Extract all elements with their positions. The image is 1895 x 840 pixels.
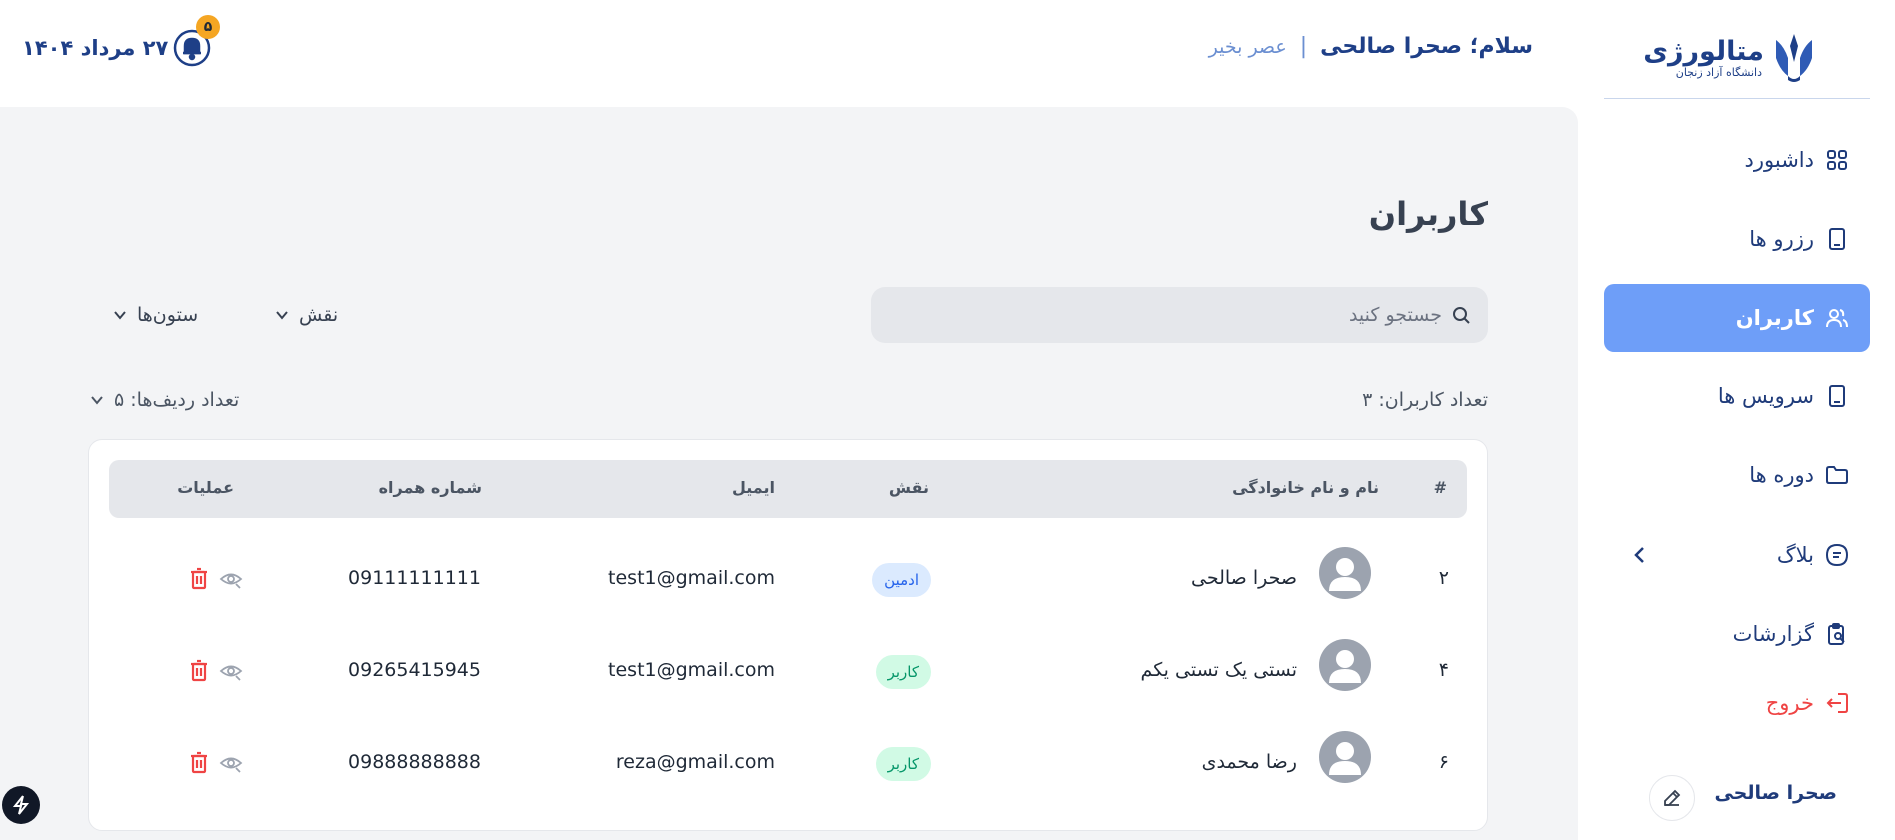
columns-label: ستون‌ها <box>137 304 199 326</box>
tablet-icon <box>1826 385 1848 407</box>
user-name: رضا محمدی <box>1201 751 1297 773</box>
grid-icon <box>1826 149 1848 171</box>
greeting-separator: | <box>1299 34 1308 59</box>
avatar <box>1319 639 1371 691</box>
view-icon[interactable] <box>219 567 243 591</box>
notification-count-badge: ۵ <box>196 15 220 39</box>
greeting: سلام؛ صحرا صالحی | عصر بخیر <box>1209 34 1533 59</box>
column-header-index: # <box>1433 478 1447 497</box>
search-input[interactable] <box>882 304 1442 326</box>
user-count: تعداد کاربران: ۳ <box>1362 389 1488 411</box>
user-avatar-icon <box>1329 742 1361 775</box>
sidebar: متالورژی دانشگاه آزاد زنجان داشبورد رزرو… <box>1604 0 1895 840</box>
tablet-icon <box>1826 228 1848 250</box>
row-index: ۲ <box>1438 567 1449 589</box>
user-avatar-icon <box>1329 558 1361 591</box>
logo[interactable]: متالورژی دانشگاه آزاد زنجان <box>1604 0 1870 99</box>
chevron-down-icon <box>114 311 126 320</box>
logout-icon <box>1826 692 1848 714</box>
delete-icon[interactable] <box>187 751 211 775</box>
search-bar[interactable] <box>871 287 1488 343</box>
sidebar-item-reservations[interactable]: رزرو ها <box>1604 205 1870 273</box>
role-filter-label: نقش <box>299 304 339 326</box>
main-content: کاربران نقش ستون‌ها تعداد کاربران: ۳ تعد… <box>0 107 1578 840</box>
rows-per-page-selector[interactable]: تعداد ردیف‌ها: ۵ <box>90 389 239 411</box>
column-header-phone: شماره همراه <box>378 478 482 497</box>
row-index: ۴ <box>1438 659 1449 681</box>
page-title: کاربران <box>1368 195 1488 233</box>
user-email: test1@gmail.com <box>608 659 775 681</box>
university-emblem-icon <box>1776 34 1812 82</box>
lightning-icon <box>12 795 30 815</box>
search-icon <box>1453 307 1470 324</box>
role-badge: ادمین <box>872 563 931 597</box>
column-header-actions: عملیات <box>177 478 234 497</box>
column-header-role: نقش <box>888 478 929 497</box>
sidebar-item-blog[interactable]: بلاگ <box>1604 521 1870 589</box>
table-header: # نام و نام خانوادگی نقش ایمیل شماره همر… <box>109 460 1467 518</box>
sidebar-item-dashboard[interactable]: داشبورد <box>1604 126 1870 194</box>
rows-per-page-label: تعداد ردیف‌ها: ۵ <box>114 389 240 411</box>
table-row[interactable]: ۲ صحرا صالحی ادمین test1@gmail.com 09111… <box>89 533 1489 625</box>
time-of-day: عصر بخیر <box>1208 36 1287 58</box>
user-name: صحرا صالحی <box>1190 567 1297 589</box>
clipboard-search-icon <box>1826 623 1848 645</box>
sidebar-item-label: بلاگ <box>1776 543 1814 567</box>
current-user-name: صحرا صالحی <box>1714 782 1837 804</box>
user-avatar-icon <box>1329 650 1361 683</box>
table-row[interactable]: ۴ تستی یک تستی یکم کاربر test1@gmail.com… <box>89 625 1489 717</box>
sidebar-item-label: رزرو ها <box>1749 227 1814 251</box>
user-phone: 09111111111 <box>348 567 481 589</box>
folder-icon <box>1826 464 1848 486</box>
column-header-name: نام و نام خانوادگی <box>1232 478 1379 497</box>
user-email: reza@gmail.com <box>615 751 775 773</box>
blog-icon <box>1826 544 1848 566</box>
sidebar-item-label: خروج <box>1765 691 1814 715</box>
quick-action-button[interactable] <box>2 786 40 824</box>
pencil-icon <box>1664 789 1681 806</box>
avatar <box>1319 731 1371 783</box>
user-phone: 09265415945 <box>348 659 481 681</box>
sidebar-item-logout[interactable]: خروج <box>1604 669 1870 737</box>
current-date: ۲۷ مرداد ۱۴۰۴ <box>22 36 169 60</box>
delete-icon[interactable] <box>187 659 211 683</box>
user-email: test1@gmail.com <box>608 567 775 589</box>
role-badge: کاربر <box>875 747 931 781</box>
sidebar-item-reports[interactable]: گزارشات <box>1604 600 1870 668</box>
sidebar-item-users[interactable]: کاربران <box>1604 284 1870 352</box>
brand-subtitle: دانشگاه آزاد زنجان <box>1675 66 1762 79</box>
sidebar-item-label: داشبورد <box>1744 148 1814 172</box>
sidebar-item-courses[interactable]: دوره ها <box>1604 441 1870 509</box>
sidebar-item-label: گزارشات <box>1732 622 1814 646</box>
column-header-email: ایمیل <box>731 478 775 497</box>
sidebar-item-label: سرویس ها <box>1717 384 1814 408</box>
row-index: ۶ <box>1438 751 1449 773</box>
user-phone: 09888888888 <box>348 751 481 773</box>
users-table: # نام و نام خانوادگی نقش ایمیل شماره همر… <box>88 439 1488 831</box>
chevron-left-icon[interactable] <box>1628 543 1652 567</box>
chevron-down-icon <box>91 396 103 405</box>
user-name: تستی یک تستی یکم <box>1140 659 1297 681</box>
sidebar-item-services[interactable]: سرویس ها <box>1604 362 1870 430</box>
brand-title: متالورژی <box>1643 36 1764 67</box>
sidebar-item-label: دوره ها <box>1749 463 1814 487</box>
delete-icon[interactable] <box>187 567 211 591</box>
role-filter-dropdown[interactable]: نقش <box>275 297 338 333</box>
columns-dropdown[interactable]: ستون‌ها <box>113 297 198 333</box>
edit-profile-button[interactable] <box>1649 775 1695 821</box>
avatar <box>1319 547 1371 599</box>
view-icon[interactable] <box>219 659 243 683</box>
sidebar-item-label: کاربران <box>1735 306 1814 330</box>
view-icon[interactable] <box>219 751 243 775</box>
greeting-text: سلام؛ صحرا صالحی <box>1320 34 1533 59</box>
role-badge: کاربر <box>875 655 931 689</box>
chevron-down-icon <box>276 311 288 320</box>
users-icon <box>1826 307 1848 329</box>
table-row[interactable]: ۶ رضا محمدی کاربر reza@gmail.com 0988888… <box>89 717 1489 809</box>
